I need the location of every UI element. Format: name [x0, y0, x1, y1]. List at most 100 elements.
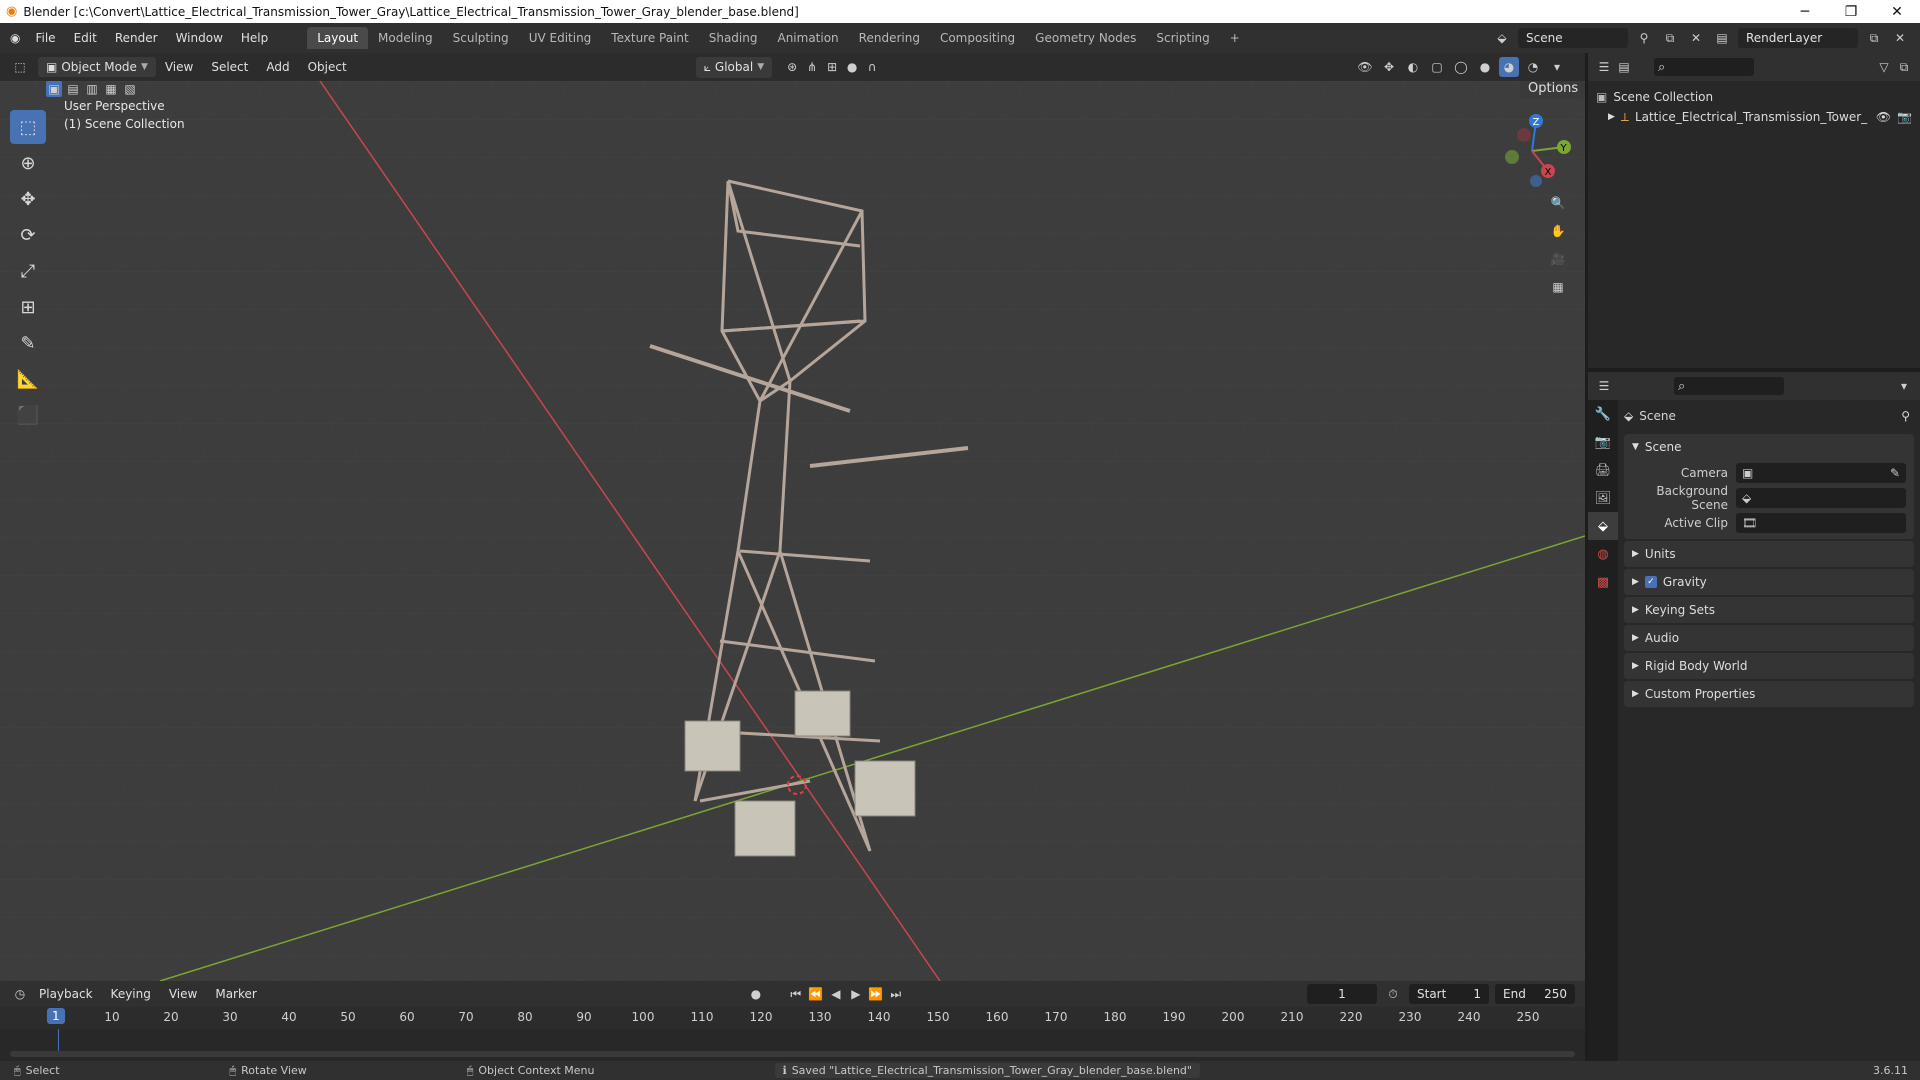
pin-icon[interactable]: ⚲: [1901, 409, 1910, 423]
add-workspace-button[interactable]: +: [1220, 27, 1250, 49]
end-frame-field[interactable]: End 250: [1495, 984, 1575, 1004]
eye-icon[interactable]: 👁: [1876, 110, 1891, 124]
units-panel[interactable]: ▶ Units: [1624, 541, 1914, 567]
menu-timeline-view[interactable]: View: [160, 987, 206, 1001]
rendered-shading-icon[interactable]: ◔: [1523, 57, 1543, 77]
playhead-marker[interactable]: 1: [47, 1008, 65, 1024]
world-tab-icon[interactable]: ◍: [1588, 540, 1618, 568]
camera-field[interactable]: ▣ ✎: [1736, 462, 1906, 483]
gravity-checkbox[interactable]: ✓: [1644, 576, 1657, 588]
tab-compositing[interactable]: Compositing: [930, 27, 1025, 49]
add-cube-tool-icon[interactable]: ⬛: [10, 398, 46, 432]
timeline-track-area[interactable]: [0, 1029, 1585, 1061]
select-extend-icon[interactable]: ▤: [65, 81, 81, 97]
output-tab-icon[interactable]: 🖨: [1588, 456, 1618, 484]
properties-options-icon[interactable]: ▾: [1894, 376, 1914, 396]
tab-sculpting[interactable]: Sculpting: [443, 27, 519, 49]
scene-selector[interactable]: Scene: [1518, 28, 1628, 48]
camera-view-icon[interactable]: 🎥: [1548, 249, 1568, 269]
menu-add[interactable]: Add: [257, 60, 298, 74]
jump-end-icon[interactable]: ⏭: [886, 984, 906, 1004]
play-reverse-icon[interactable]: ◀: [826, 984, 846, 1004]
proportional-edit-icon[interactable]: ●: [842, 57, 862, 77]
renderlayer-selector[interactable]: RenderLayer: [1738, 28, 1858, 48]
new-collection-icon[interactable]: ⧉: [1894, 57, 1914, 77]
tab-shading[interactable]: Shading: [699, 27, 768, 49]
orientation-dropdown[interactable]: ⟀ Global ▼: [695, 56, 773, 78]
visibility-icon[interactable]: 👁: [1355, 57, 1375, 77]
render-tab-icon[interactable]: 📷: [1588, 428, 1618, 456]
menu-select[interactable]: Select: [202, 60, 257, 74]
properties-search-input[interactable]: ⌕: [1674, 377, 1784, 395]
cursor-tool-icon[interactable]: ⊕: [10, 146, 46, 180]
mode-dropdown[interactable]: ▣ Object Mode ▼: [38, 57, 156, 77]
outliner-editor-icon[interactable]: ☰: [1594, 57, 1614, 77]
select-subtract-icon[interactable]: ▥: [84, 81, 100, 97]
tab-uv-editing[interactable]: UV Editing: [519, 27, 602, 49]
gizmo-toggle-icon[interactable]: ✥: [1379, 57, 1399, 77]
tool-tab-icon[interactable]: 🔧: [1588, 400, 1618, 428]
tab-modeling[interactable]: Modeling: [368, 27, 443, 49]
active-clip-field[interactable]: 🎞: [1736, 512, 1906, 533]
zoom-icon[interactable]: 🔍: [1548, 193, 1568, 213]
grid-toggle-icon[interactable]: ▦: [1548, 277, 1568, 297]
select-intersect-icon[interactable]: ▧: [122, 81, 138, 97]
select-box-icon[interactable]: ⬚: [10, 110, 46, 144]
jump-keyframe-back-icon[interactable]: ⏪: [806, 984, 826, 1004]
annotate-tool-icon[interactable]: ✎: [10, 326, 46, 360]
tab-scripting[interactable]: Scripting: [1146, 27, 1219, 49]
delete-scene-icon[interactable]: ✕: [1686, 28, 1706, 48]
close-button[interactable]: ✕: [1874, 4, 1920, 20]
frame-ruler[interactable]: 1 10 20 30 40 50 60 70 80 90 100 110 120…: [0, 1007, 1585, 1029]
record-icon[interactable]: ●: [746, 984, 766, 1004]
jump-keyframe-forward-icon[interactable]: ⏩: [866, 984, 886, 1004]
background-scene-field[interactable]: ⬙: [1736, 487, 1906, 508]
delete-layer-icon[interactable]: ✕: [1890, 28, 1910, 48]
render-camera-icon[interactable]: 📷: [1897, 110, 1912, 124]
editor-type-icon[interactable]: ⬚: [10, 57, 30, 77]
new-scene-icon[interactable]: ⧉: [1660, 28, 1680, 48]
keying-sets-panel[interactable]: ▶ Keying Sets: [1624, 597, 1914, 623]
select-invert-icon[interactable]: ▦: [103, 81, 119, 97]
audio-panel[interactable]: ▶ Audio: [1624, 625, 1914, 651]
gravity-panel[interactable]: ▶ ✓ Gravity: [1624, 569, 1914, 595]
falloff-icon[interactable]: ∩: [862, 57, 882, 77]
menu-view[interactable]: View: [156, 60, 202, 74]
snap-icon[interactable]: ⋔: [802, 57, 822, 77]
navigation-gizmo[interactable]: Z Y X: [1492, 111, 1572, 191]
material-shading-icon[interactable]: ◕: [1499, 57, 1519, 77]
stopwatch-icon[interactable]: ⏱: [1383, 984, 1403, 1004]
outliner-search-input[interactable]: ⌕: [1654, 58, 1754, 76]
play-icon[interactable]: ▶: [846, 984, 866, 1004]
custom-properties-panel[interactable]: ▶ Custom Properties: [1624, 681, 1914, 707]
view-layer-tab-icon[interactable]: 🖼: [1588, 484, 1618, 512]
menu-object[interactable]: Object: [299, 60, 356, 74]
expand-arrow-icon[interactable]: ▶: [1608, 112, 1615, 122]
options-dropdown[interactable]: Options: [1520, 81, 1585, 99]
menu-edit[interactable]: Edit: [65, 31, 106, 45]
pivot-icon[interactable]: ⊛: [782, 57, 802, 77]
menu-help[interactable]: Help: [232, 31, 277, 45]
tab-rendering[interactable]: Rendering: [849, 27, 930, 49]
rigid-body-world-panel[interactable]: ▶ Rigid Body World: [1624, 653, 1914, 679]
transform-tool-icon[interactable]: ⊞: [10, 290, 46, 324]
shading-options-icon[interactable]: ▾: [1547, 57, 1567, 77]
maximize-button[interactable]: ❐: [1828, 4, 1874, 20]
move-tool-icon[interactable]: ✥: [10, 182, 46, 216]
filter-icon[interactable]: ▽: [1874, 57, 1894, 77]
scene-panel-header[interactable]: ▼ Scene: [1624, 434, 1914, 460]
eyedropper-icon[interactable]: ✎: [1890, 466, 1900, 480]
menu-window[interactable]: Window: [167, 31, 232, 45]
start-frame-field[interactable]: Start 1: [1409, 984, 1489, 1004]
rotate-tool-icon[interactable]: ⟳: [10, 218, 46, 252]
tab-texture-paint[interactable]: Texture Paint: [601, 27, 698, 49]
menu-marker[interactable]: Marker: [206, 987, 265, 1001]
display-mode-icon[interactable]: ▤: [1614, 57, 1634, 77]
menu-file[interactable]: File: [26, 31, 64, 45]
scene-tab-icon[interactable]: ⬙: [1588, 512, 1618, 540]
texture-tab-icon[interactable]: ▩: [1588, 568, 1618, 596]
xray-icon[interactable]: ▢: [1427, 57, 1447, 77]
overlay-toggle-icon[interactable]: ◐: [1403, 57, 1423, 77]
timeline-scrollbar[interactable]: [10, 1051, 1575, 1057]
measure-tool-icon[interactable]: 📐: [10, 362, 46, 396]
